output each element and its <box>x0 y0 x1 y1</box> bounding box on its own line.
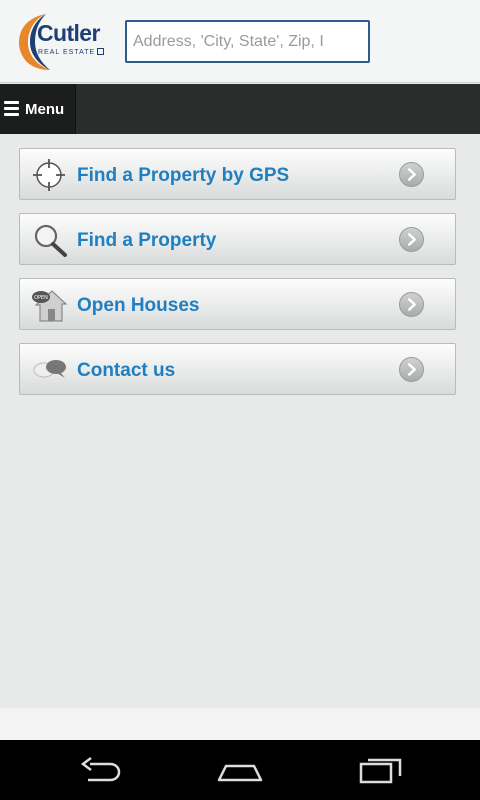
content-footer-strip <box>0 708 480 740</box>
chevron-right-icon <box>399 357 424 382</box>
app-header: Cutler REAL ESTATE <box>0 0 480 83</box>
hamburger-icon <box>4 101 19 117</box>
find-property-gps-button[interactable]: Find a Property by GPS <box>19 148 456 200</box>
open-houses-button[interactable]: OPEN Open Houses <box>19 278 456 330</box>
system-nav-bar <box>0 740 480 800</box>
main-menu-list: Find a Property by GPS Find a Property O… <box>19 148 456 408</box>
item-label: Contact us <box>77 360 176 381</box>
menu-button[interactable]: Menu <box>0 84 76 134</box>
logo-sub-text: REAL ESTATE <box>38 49 96 56</box>
cutler-logo[interactable]: Cutler REAL ESTATE <box>16 12 116 72</box>
crosshair-icon <box>33 159 65 191</box>
item-label: Open Houses <box>77 295 200 316</box>
logo-subtitle: REAL ESTATE <box>38 48 105 56</box>
search-input[interactable] <box>125 20 370 63</box>
logo-name: Cutler <box>37 20 100 46</box>
item-label: Find a Property <box>77 230 217 251</box>
home-icon[interactable] <box>216 752 264 788</box>
menu-bar: Menu <box>0 84 480 134</box>
magnifier-icon <box>34 224 67 257</box>
chat-bubbles-icon <box>33 360 66 378</box>
find-property-button[interactable]: Find a Property <box>19 213 456 265</box>
contact-us-button[interactable]: Contact us <box>19 343 456 395</box>
svg-text:OPEN: OPEN <box>34 295 48 301</box>
chevron-right-icon <box>399 162 424 187</box>
equal-housing-icon <box>97 48 105 55</box>
open-house-icon: OPEN <box>32 290 68 322</box>
item-label: Find a Property by GPS <box>77 165 290 186</box>
chevron-right-icon <box>399 292 424 317</box>
back-icon[interactable] <box>78 752 124 788</box>
menu-label: Menu <box>25 101 65 118</box>
chevron-right-icon <box>399 227 424 252</box>
recent-apps-icon[interactable] <box>356 752 406 788</box>
